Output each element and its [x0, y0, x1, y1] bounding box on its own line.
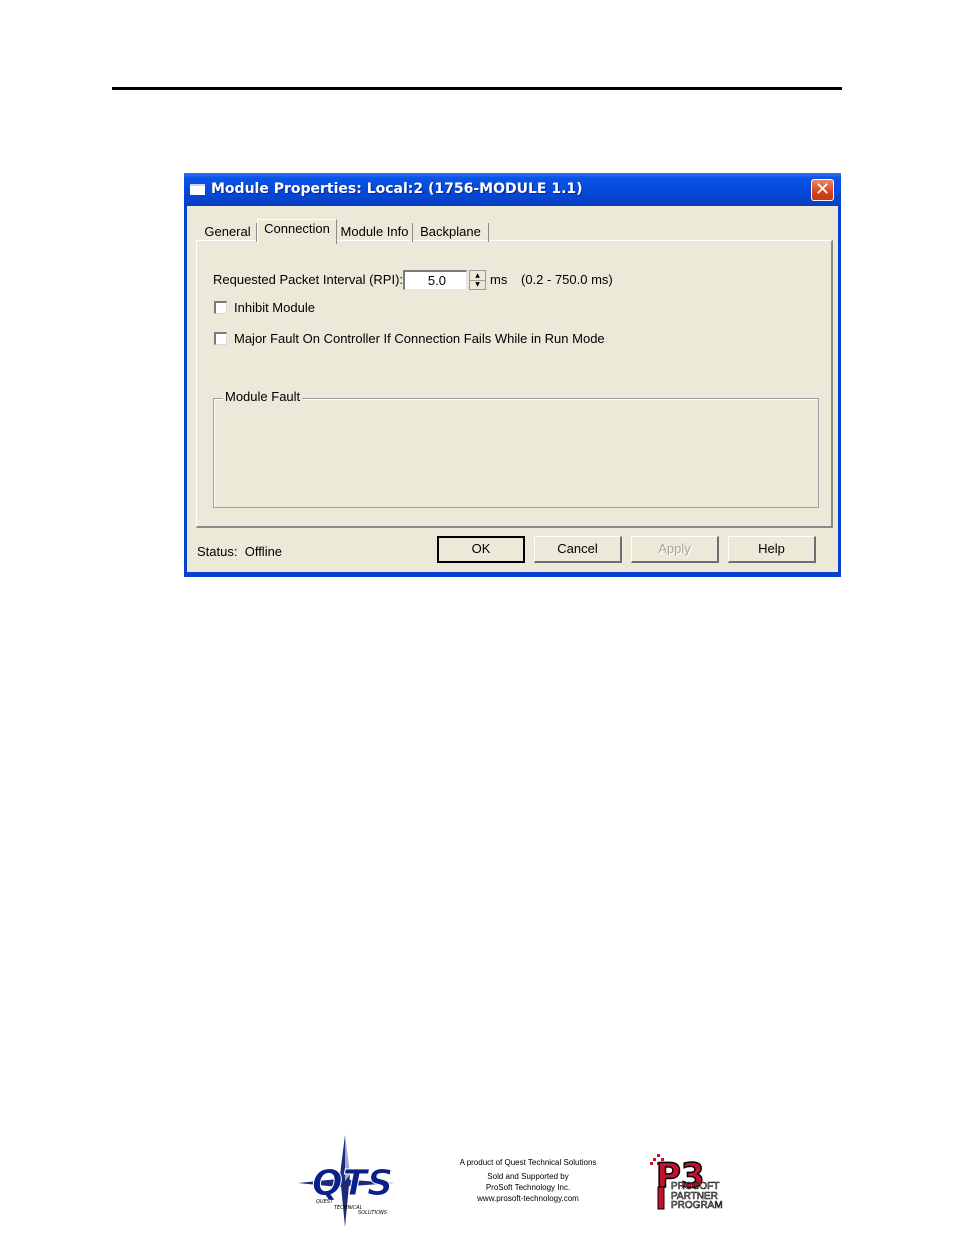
spin-down-icon[interactable]: ▼	[470, 280, 485, 289]
qts-logo-text: QTS	[312, 1163, 393, 1204]
module-properties-dialog: Module Properties: Local:2 (1756-MODULE …	[184, 173, 841, 577]
rpi-label: Requested Packet Interval (RPI):	[213, 272, 404, 287]
close-button[interactable]: ✕	[811, 179, 834, 201]
major-fault-label[interactable]: Major Fault On Controller If Connection …	[234, 331, 605, 346]
tab-module-info[interactable]: Module Info	[337, 223, 413, 242]
status-caption: Status:	[197, 544, 238, 559]
footer-product-text: A product of Quest Technical Solutions S…	[440, 1157, 616, 1204]
close-icon: ✕	[814, 179, 831, 200]
window-icon	[190, 184, 205, 195]
inhibit-module-label[interactable]: Inhibit Module	[234, 300, 315, 315]
dialog-client-area: General Connection Module Info Backplane…	[187, 206, 838, 572]
qts-logo: QTS QUEST TECHNICAL SOLUTIONS	[298, 1135, 394, 1227]
module-fault-legend: Module Fault	[223, 389, 303, 404]
module-fault-groupbox	[213, 398, 819, 508]
major-fault-checkbox[interactable]	[214, 332, 227, 345]
rpi-input[interactable]: 5.0	[403, 270, 467, 290]
rpi-unit: ms	[490, 272, 508, 287]
qts-sub-3: SOLUTIONS	[358, 1210, 388, 1216]
cancel-button[interactable]: Cancel	[534, 536, 622, 563]
tab-general[interactable]: General	[199, 223, 257, 242]
dialog-titlebar[interactable]: Module Properties: Local:2 (1756-MODULE …	[184, 173, 841, 206]
qts-sub-1: QUEST	[316, 1199, 334, 1205]
apply-button[interactable]: Apply	[631, 536, 719, 563]
help-button[interactable]: Help	[728, 536, 816, 563]
ok-button[interactable]: OK	[437, 536, 525, 563]
inhibit-module-checkbox[interactable]	[214, 301, 227, 314]
status-label: Status: Offline	[197, 544, 282, 559]
dialog-title: Module Properties: Local:2 (1756-MODULE …	[211, 181, 583, 197]
rpi-range: (0.2 - 750.0 ms)	[521, 272, 613, 287]
footer-line-2: Sold and Supported by	[487, 1172, 569, 1181]
tab-backplane[interactable]: Backplane	[413, 223, 489, 242]
footer-line-1: A product of Quest Technical Solutions	[459, 1158, 597, 1167]
status-value: Offline	[244, 544, 283, 559]
tab-connection[interactable]: Connection	[257, 219, 337, 244]
footer-line-4: www.prosoft-technology.com	[477, 1194, 579, 1203]
page-top-rule	[112, 87, 842, 90]
p3-line-3: PROGRAM	[671, 1200, 723, 1211]
rpi-spinner[interactable]: ▲ ▼	[469, 270, 486, 290]
footer-line-3: ProSoft Technology Inc.	[485, 1183, 571, 1192]
